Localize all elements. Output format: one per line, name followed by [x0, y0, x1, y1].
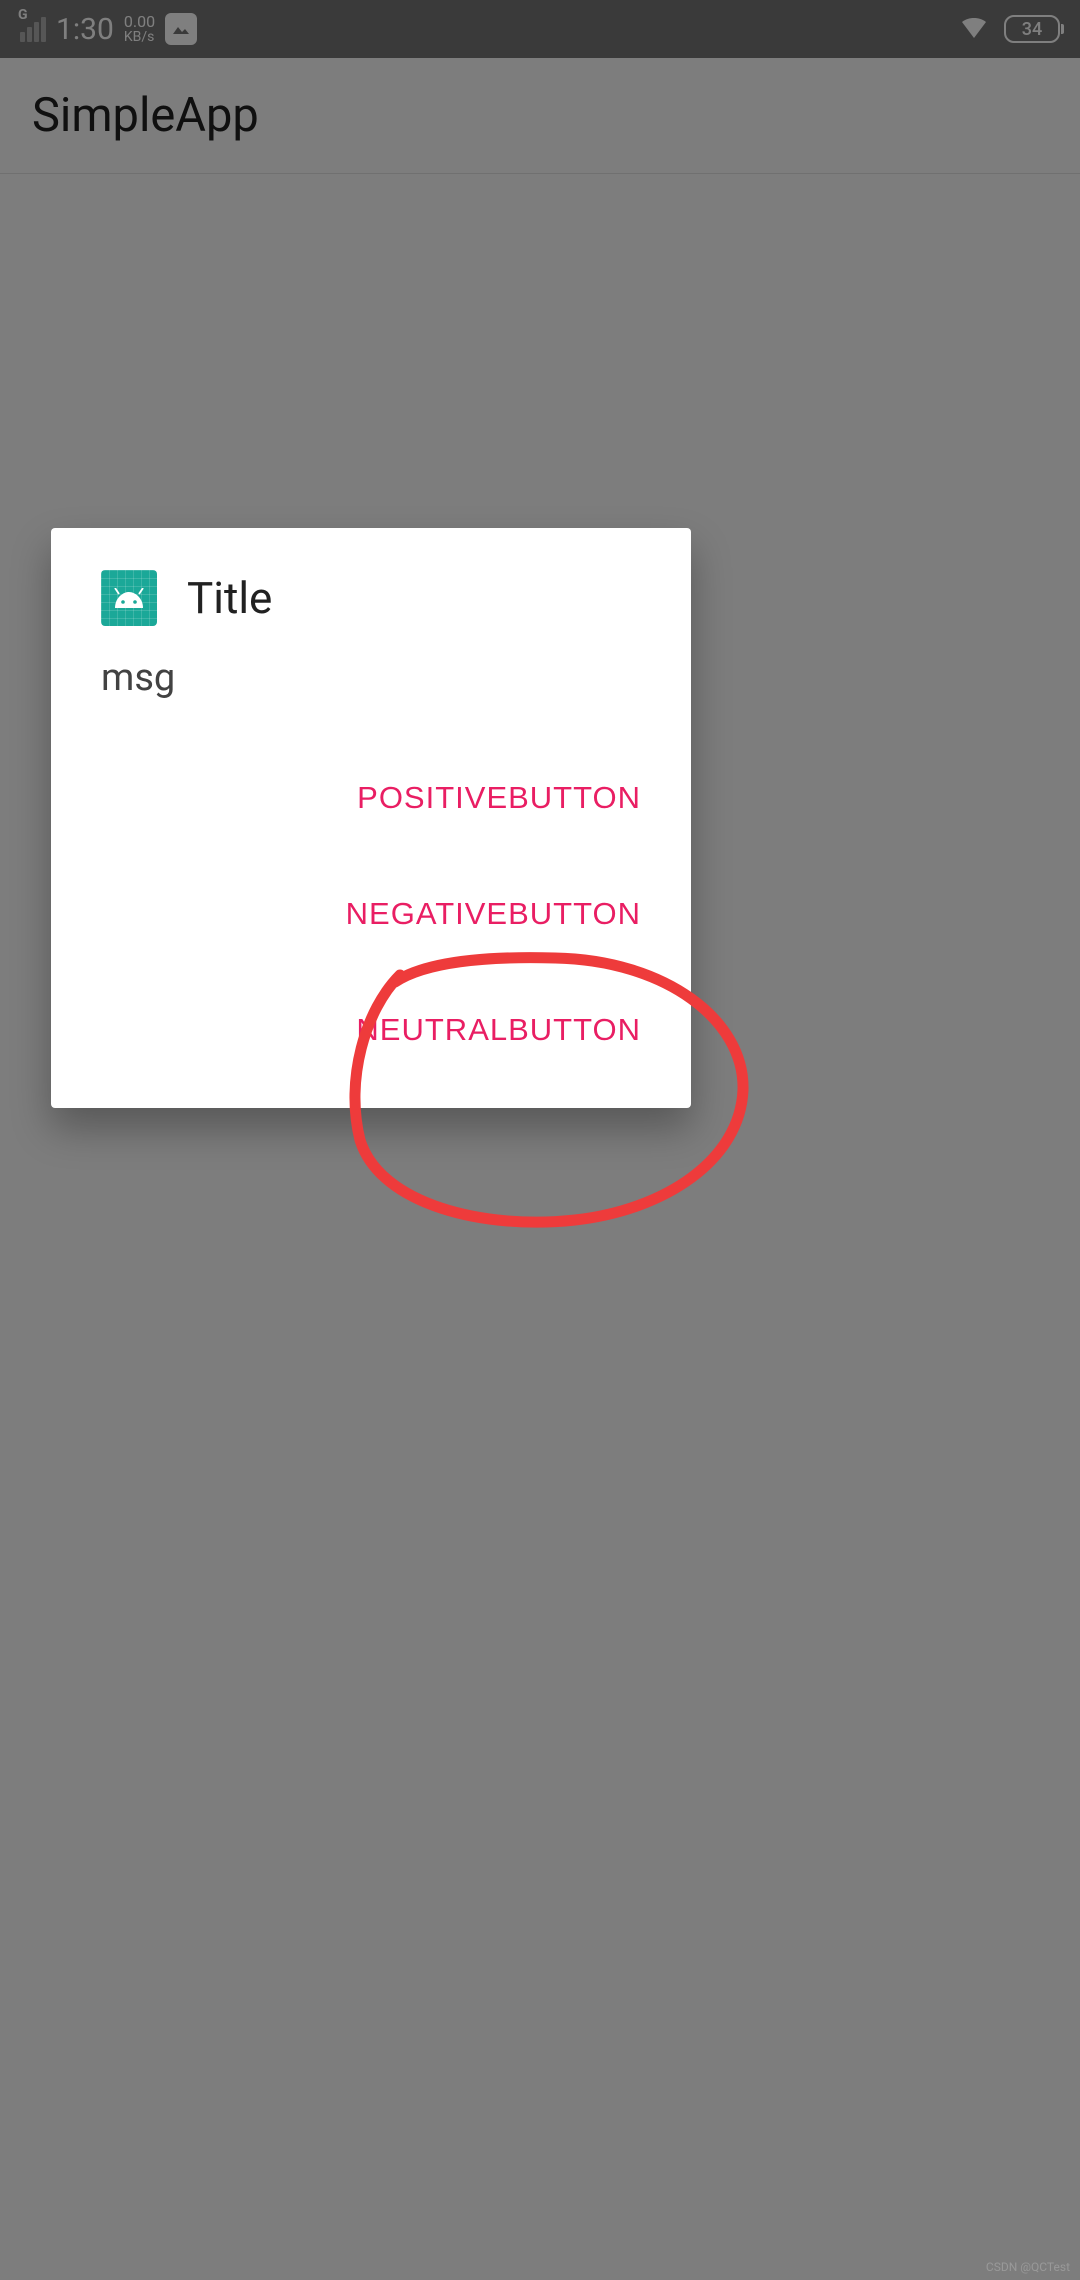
dialog-scrim[interactable] [0, 0, 1080, 2280]
dialog-message: msg [51, 646, 691, 740]
negative-button[interactable]: NEGATIVEBUTTON [346, 856, 641, 972]
positive-button[interactable]: POSITIVEBUTTON [357, 740, 641, 856]
watermark: CSDN @QCTest [986, 2260, 1070, 2274]
dialog-header: Title [51, 528, 691, 646]
android-icon [101, 570, 157, 626]
dialog-title: Title [187, 572, 272, 624]
neutral-button[interactable]: NEUTRALBUTTON [356, 972, 641, 1088]
dialog-buttons: POSITIVEBUTTON NEGATIVEBUTTON NEUTRALBUT… [51, 740, 691, 1088]
alert-dialog: Title msg POSITIVEBUTTON NEGATIVEBUTTON … [51, 528, 691, 1108]
